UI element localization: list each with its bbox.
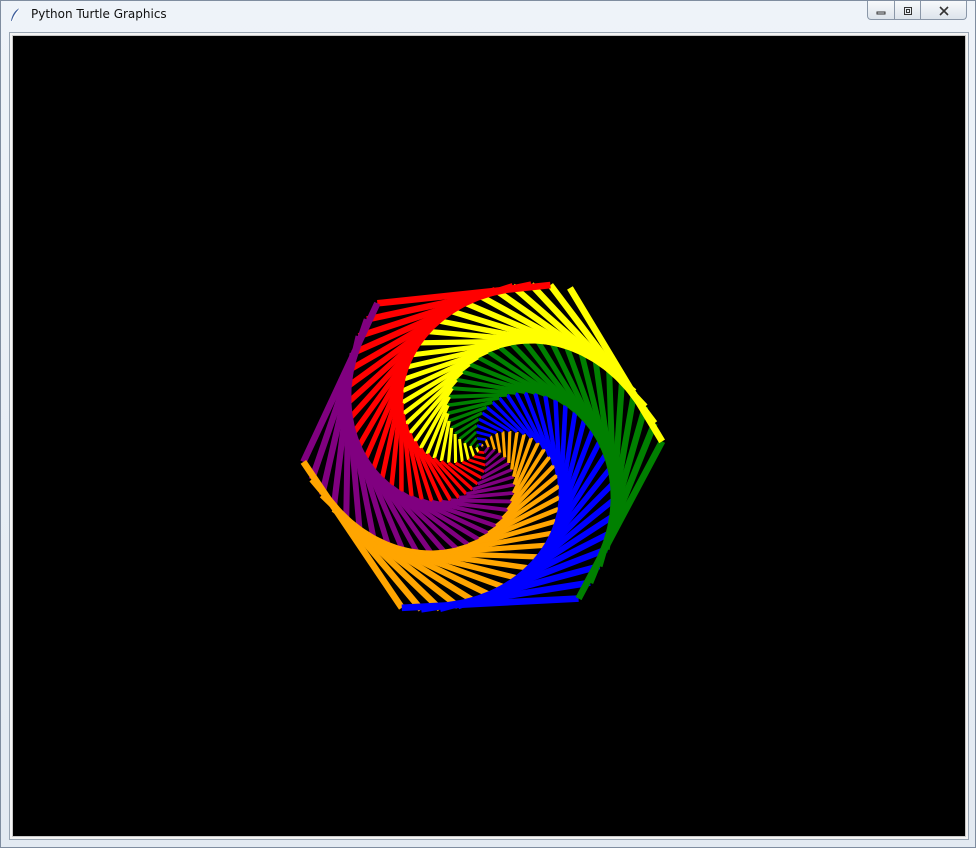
spiral-segment — [489, 435, 496, 450]
spiral-segment — [473, 455, 486, 461]
window-title: Python Turtle Graphics — [31, 7, 167, 21]
maximize-button[interactable] — [895, 1, 921, 20]
close-button[interactable] — [921, 1, 967, 20]
spiral-drawing — [300, 281, 666, 613]
feather-icon — [9, 7, 23, 23]
spiral-segment — [483, 446, 490, 454]
maximize-icon — [902, 1, 914, 20]
spiral-segment — [495, 432, 502, 454]
close-icon — [938, 1, 950, 20]
spiral-segment — [450, 498, 512, 504]
spiral-segment — [501, 431, 507, 458]
minimize-icon — [875, 1, 887, 20]
spiral-segment — [507, 430, 512, 464]
spiral-segment — [458, 438, 464, 463]
spiral-segment — [453, 433, 458, 464]
title-bar[interactable]: Python Turtle Graphics — [1, 1, 975, 29]
spiral-segment — [463, 442, 470, 460]
spiral-segment — [449, 392, 508, 399]
spiral-segment — [478, 450, 485, 454]
spiral-segment — [469, 437, 478, 447]
spiral-segment — [475, 447, 480, 453]
spiral-segment — [446, 427, 454, 463]
client-area — [9, 32, 969, 840]
turtle-window: Python Turtle Graphics — [0, 0, 976, 848]
spiral-segment — [484, 439, 490, 448]
spiral-segment — [475, 430, 492, 438]
turtle-canvas[interactable] — [12, 35, 966, 837]
spiral-segment — [480, 443, 484, 447]
spiral-segment — [476, 436, 486, 441]
window-controls — [867, 1, 967, 21]
spiral-segment — [469, 445, 476, 457]
minimize-button[interactable] — [867, 1, 895, 20]
